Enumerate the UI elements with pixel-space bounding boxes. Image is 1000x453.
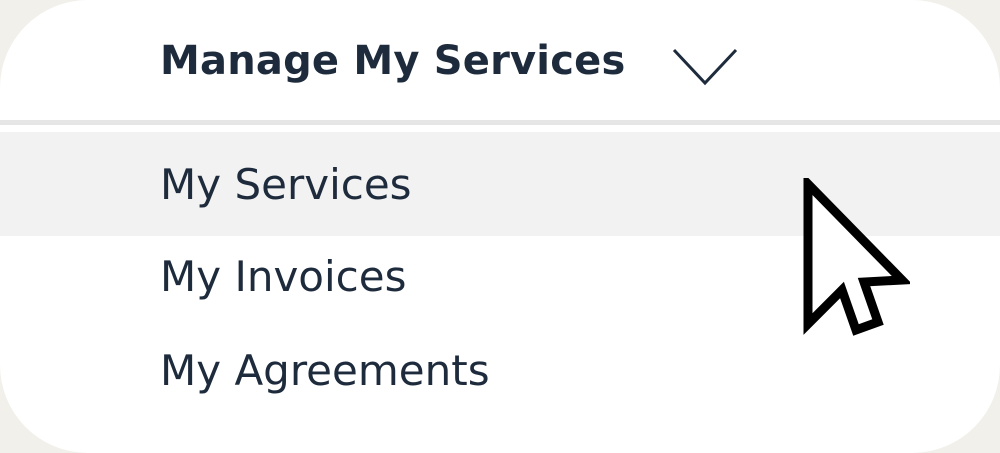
menu-divider [0,120,1000,125]
menu-item-my-agreements[interactable]: My Agreements [0,330,1000,434]
menu-item-label: My Agreements [160,346,490,395]
menu-item-label: My Invoices [160,252,407,301]
menu-header-toggle[interactable]: Manage My Services [0,0,1000,120]
mouse-pointer-icon [803,178,910,336]
menu-title: Manage My Services [160,38,626,84]
menu-item-label: My Services [160,160,412,209]
dropdown-menu: Manage My Services My Services My Invoic… [0,0,1000,453]
chevron-down-icon[interactable] [672,48,738,86]
